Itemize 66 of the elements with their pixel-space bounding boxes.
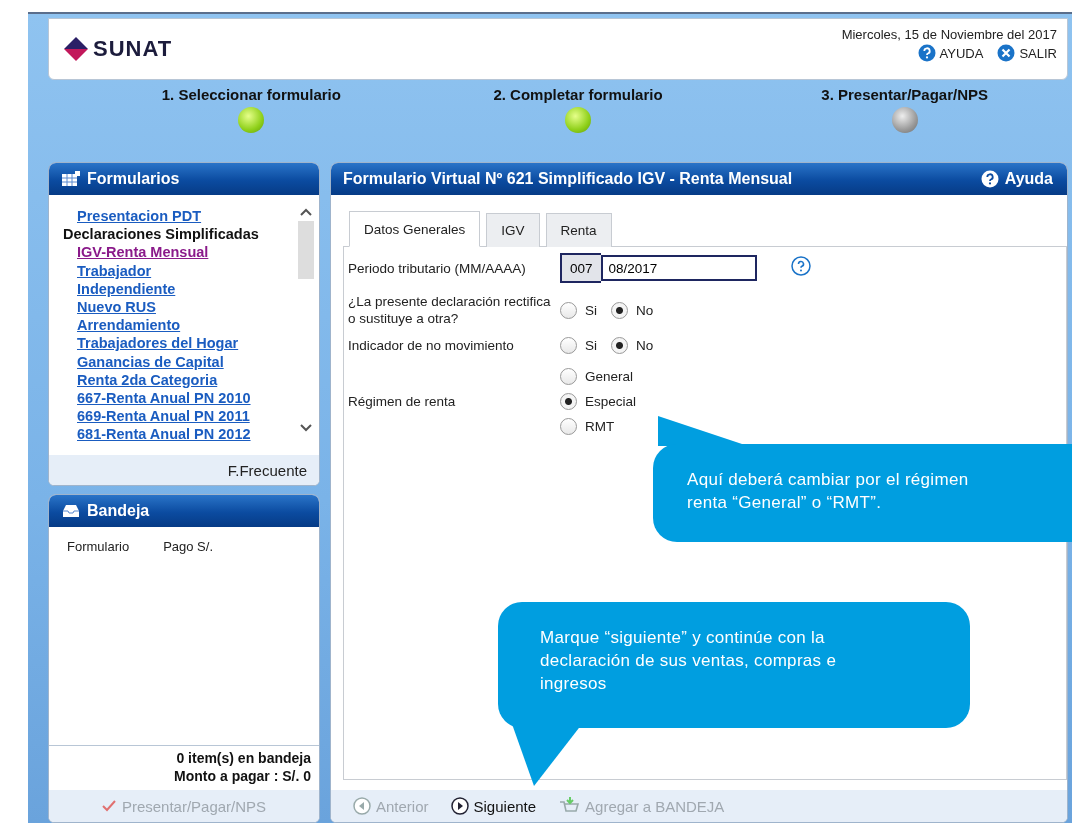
tab[interactable]: Datos Generales xyxy=(349,211,481,247)
form-link[interactable]: IGV-Renta Mensual xyxy=(77,243,297,262)
exit-link[interactable]: SALIR xyxy=(997,44,1057,62)
date-text: Miercoles, 15 de Noviembre del 2017 xyxy=(841,27,1057,42)
code-field: 007 xyxy=(560,253,601,283)
help-icon xyxy=(917,44,936,62)
radio-button[interactable] xyxy=(560,368,577,385)
radio-button[interactable] xyxy=(560,418,577,435)
table-icon xyxy=(61,171,81,187)
step-label: 2. Completar formulario xyxy=(493,86,663,103)
radio-button[interactable] xyxy=(611,337,628,354)
radio-option[interactable]: Especial xyxy=(560,393,637,410)
radio-option[interactable]: RMT xyxy=(560,418,637,435)
summary-text: Monto a pagar : S/. 0 xyxy=(174,768,311,784)
play-icon xyxy=(450,797,469,815)
radio-button[interactable] xyxy=(611,301,628,319)
chevron-up-icon[interactable] xyxy=(299,207,313,217)
radio-option[interactable]: General xyxy=(560,368,637,385)
field-label: Indicador de no movimiento xyxy=(348,337,515,354)
form-link[interactable]: Trabajador xyxy=(77,261,297,280)
form-link[interactable]: Nuevo RUS xyxy=(77,298,297,317)
tab[interactable]: Renta xyxy=(545,213,612,247)
next-button[interactable]: Siguiente xyxy=(450,797,537,815)
field-label: Periodo tributario (MM/AAAA) xyxy=(348,259,527,277)
scroll-thumb[interactable] xyxy=(298,221,314,279)
radio-button[interactable] xyxy=(560,393,577,410)
form-link[interactable]: Renta 2da Categoria xyxy=(77,370,297,390)
form-link[interactable]: Arrendamiento xyxy=(77,316,297,335)
form-link[interactable]: Ganancias de Capital xyxy=(77,352,297,371)
radio-button[interactable] xyxy=(560,337,577,354)
form-link[interactable]: 667-Renta Anual PN 2010 xyxy=(77,389,297,408)
panel-title: Formularios xyxy=(87,170,180,188)
radio-option[interactable]: No xyxy=(611,337,654,354)
panel-title: Formulario Virtual Nº 621 Simplificado IGV - Renta Mensual xyxy=(343,170,793,188)
tab[interactable]: IGV xyxy=(486,213,540,247)
radio-option[interactable]: Si xyxy=(560,337,597,354)
form-link[interactable]: 669-Renta Anual PN 2011 xyxy=(77,407,297,426)
logo-text: SUNAT xyxy=(93,36,173,62)
close-icon xyxy=(997,44,1016,62)
field-label: ¿La presente declaración rectifica o sustituye a otra? xyxy=(348,293,552,327)
logo-icon xyxy=(63,36,89,62)
help-icon[interactable] xyxy=(790,256,811,276)
form-link[interactable]: Trabajadores del Hogar xyxy=(77,334,297,353)
panel-title: Bandeja xyxy=(87,502,150,520)
check-icon xyxy=(101,800,116,812)
help-link[interactable]: Ayuda xyxy=(1004,170,1053,188)
radio-option[interactable]: Si xyxy=(560,301,597,319)
chevron-down-icon[interactable] xyxy=(299,423,313,433)
help-link[interactable]: AYUDA xyxy=(917,44,984,62)
step-label: 1. Seleccionar formulario xyxy=(161,86,341,103)
tray-icon xyxy=(61,503,81,519)
field-label: Régimen de renta xyxy=(348,393,457,410)
list-heading: Declaraciones Simplificadas xyxy=(63,225,260,244)
help-icon xyxy=(980,170,999,188)
period-input[interactable]: 08/2017 xyxy=(600,255,757,281)
form-link[interactable]: Independiente xyxy=(77,279,297,298)
form-link[interactable]: 681-Renta Anual PN 2012 xyxy=(77,425,297,444)
radio-button[interactable] xyxy=(560,301,577,319)
frequent-link[interactable]: F.Frecuente xyxy=(227,461,307,479)
summary-text: 0 item(s) en bandeja xyxy=(176,750,311,766)
radio-option[interactable]: No xyxy=(611,301,654,319)
back-icon xyxy=(353,797,371,815)
form-link[interactable]: Presentacion PDT xyxy=(77,207,297,226)
step-label: 3. Presentar/Pagar/NPS xyxy=(821,86,989,103)
column-header: Formulario xyxy=(67,539,130,556)
column-header: Pago S/. xyxy=(163,539,213,556)
